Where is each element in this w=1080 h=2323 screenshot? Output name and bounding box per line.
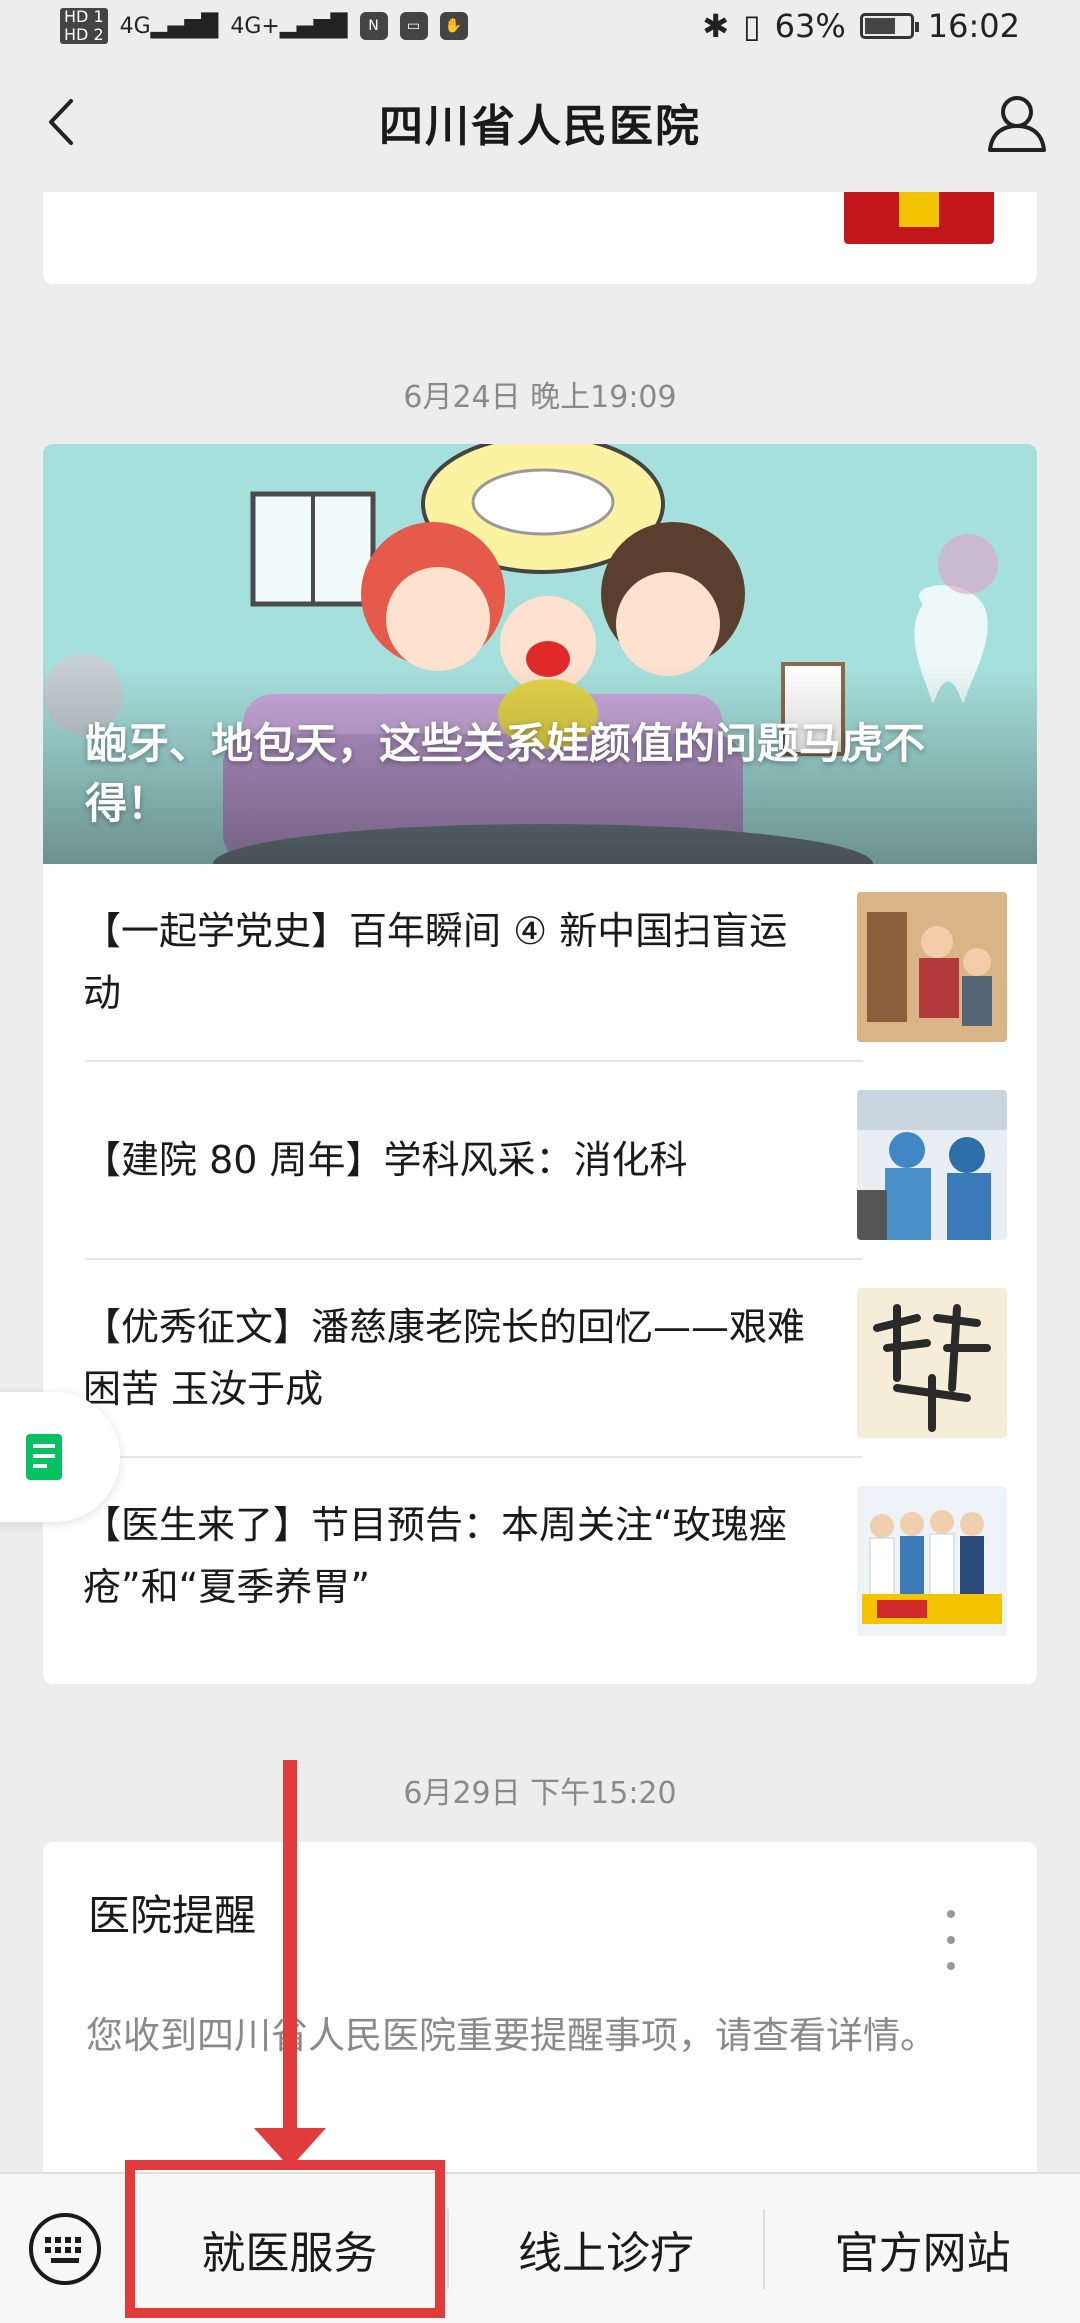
- article-title: 【优秀征文】潘慈康老院长的回忆——艰难困苦 玉汝于成: [83, 1305, 806, 1411]
- clock: 16:02: [927, 7, 1020, 45]
- article-thumbnail: [857, 1486, 1007, 1636]
- more-dot: [947, 1910, 955, 1918]
- status-bar: HD 1 HD 2 4G▂▄▆█ 4G+▂▄▆█ N ▭ ✋ ✱ ▯ 63% 1…: [0, 0, 1080, 52]
- hero-caption: 龅牙、地包天，这些关系娃颜值的问题马虎不得！: [85, 719, 926, 828]
- net1-label: 4G: [119, 13, 151, 39]
- list-item[interactable]: 【医生来了】节目预告：本周关注“玫瑰痤疮”和“夏季养胃”: [83, 1458, 1007, 1654]
- annotation-highlight-box: [125, 2160, 445, 2318]
- thumbnail-image: [857, 1288, 1007, 1438]
- battery-fill: [864, 18, 896, 34]
- article-title: 【一起学党史】百年瞬间 ④ 新中国扫盲运动: [83, 909, 788, 1015]
- hd-indicator: HD 1 HD 2: [60, 8, 108, 44]
- thumbnail-image: [857, 1486, 1007, 1636]
- status-left: HD 1 HD 2 4G▂▄▆█ 4G+▂▄▆█ N ▭ ✋: [60, 8, 468, 44]
- timestamp: 6月24日 晚上19:09: [403, 380, 677, 415]
- reminder-title: 医院提醒: [88, 1891, 257, 1940]
- keyboard-toggle-button[interactable]: [0, 2173, 130, 2323]
- thumbnail-decoration: [899, 192, 939, 227]
- nav-bar: 四川省人民医院: [0, 52, 1080, 192]
- reminder-card[interactable]: 医院提醒 您收到四川省人民医院重要提醒事项，请查看详情。: [43, 1842, 1037, 2172]
- huawei-icon: ▭: [399, 12, 428, 40]
- list-item[interactable]: 【一起学党史】百年瞬间 ④ 新中国扫盲运动: [83, 864, 1007, 1060]
- net2-label: 4G+: [230, 13, 280, 39]
- more-options-icon[interactable]: [945, 1910, 957, 1970]
- bluetooth-icon: ✱: [702, 7, 730, 45]
- timestamp: 6月29日 下午15:20: [403, 1776, 677, 1811]
- previous-article-card[interactable]: [43, 192, 1037, 284]
- list-item[interactable]: 【优秀征文】潘慈康老院长的回忆——艰难困苦 玉汝于成: [83, 1260, 1007, 1456]
- annotation-arrow-line: [283, 1760, 297, 2140]
- hd1-label: HD 1: [64, 7, 104, 26]
- article-title: 【医生来了】节目预告：本周关注“玫瑰痤疮”和“夏季养胃”: [83, 1503, 787, 1609]
- menu-official-website[interactable]: 官方网站: [765, 2173, 1080, 2323]
- thumbnail-image: [857, 892, 1007, 1042]
- article-group-card: 龅牙、地包天，这些关系娃颜值的问题马虎不得！ 【一起学党史】百年瞬间 ④ 新中国…: [43, 444, 1037, 1684]
- back-button[interactable]: [30, 92, 90, 152]
- message-feed[interactable]: 6月24日 晚上19:09 龅牙、地包天，这些关系娃颜值的问题马虎不得！ 【一起…: [0, 192, 1080, 2172]
- article-thumbnail: [844, 192, 994, 244]
- article-title: 【建院 80 周年】学科风采：消化科: [83, 1138, 688, 1182]
- document-icon: [26, 1434, 62, 1480]
- hand-icon: ✋: [439, 12, 468, 40]
- page-title: 四川省人民医院: [379, 101, 701, 152]
- hero-article[interactable]: 龅牙、地包天，这些关系娃颜值的问题马虎不得！: [43, 444, 1037, 864]
- menu-online-consultation[interactable]: 线上诊疗: [449, 2173, 764, 2323]
- signal-icon: 4G▂▄▆█: [119, 13, 219, 39]
- more-dot: [947, 1936, 955, 1944]
- user-icon: [988, 96, 1046, 152]
- article-thumbnail: [857, 892, 1007, 1042]
- battery-icon: [859, 13, 919, 39]
- signal-icon: 4G+▂▄▆█: [230, 13, 348, 39]
- vibrate-icon: ▯: [743, 7, 761, 45]
- more-dot: [947, 1962, 955, 1970]
- article-thumbnail: [857, 1090, 1007, 1240]
- chevron-left-icon: [49, 99, 73, 145]
- reminder-body: 您收到四川省人民医院重要提醒事项，请查看详情。: [86, 2014, 937, 2057]
- hd2-label: HD 2: [64, 25, 104, 44]
- keyboard-icon: [29, 2212, 101, 2285]
- thumbnail-image: [857, 1090, 1007, 1240]
- article-thumbnail: [857, 1288, 1007, 1438]
- nfc-icon: N: [359, 12, 388, 40]
- profile-button[interactable]: [982, 88, 1052, 158]
- list-item[interactable]: 【建院 80 周年】学科风采：消化科: [83, 1062, 1007, 1258]
- battery-percent: 63%: [774, 7, 846, 45]
- status-right: ✱ ▯ 63% 16:02: [702, 7, 1020, 45]
